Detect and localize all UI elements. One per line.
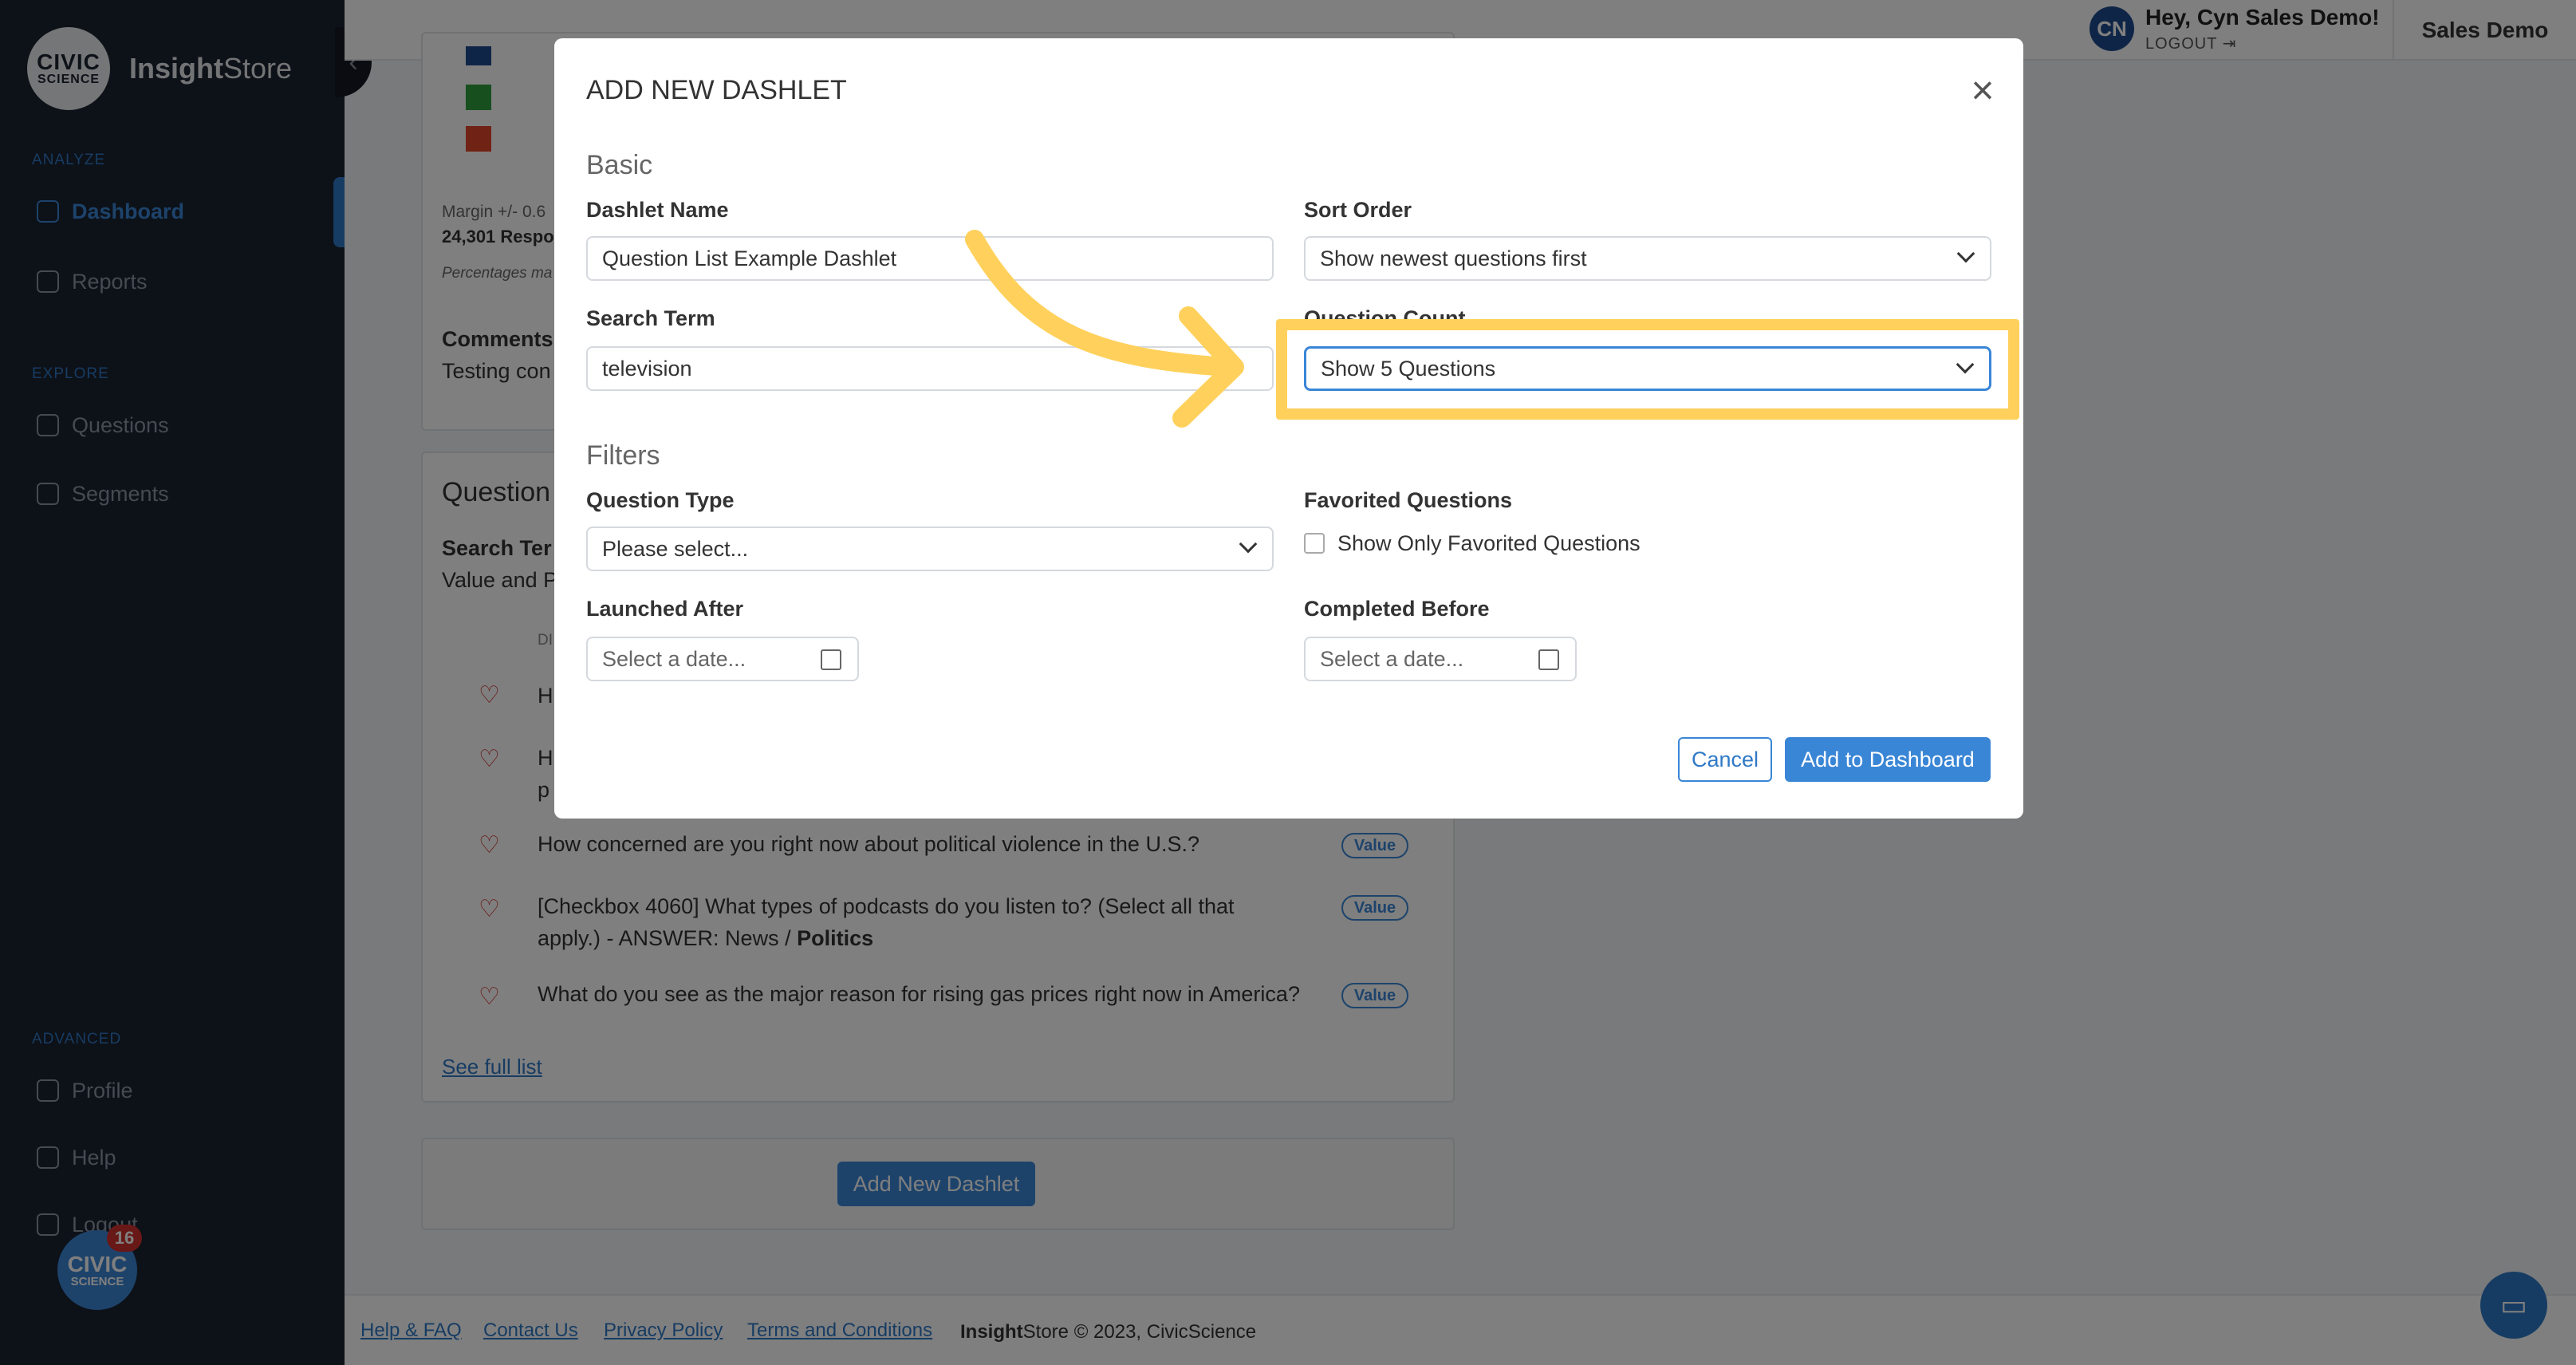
calendar-icon[interactable] (821, 649, 841, 670)
question-type-label: Question Type (586, 488, 735, 512)
highlight-annotation (1276, 319, 2019, 420)
chevron-down-icon (1239, 535, 1258, 554)
sort-order-select[interactable]: Show newest questions first (1304, 236, 1991, 281)
add-dashlet-modal: ADD NEW DASHLET × Basic Dashlet Name Que… (554, 38, 2023, 819)
basic-heading: Basic (586, 150, 653, 180)
dashlet-name-input[interactable]: Question List Example Dashlet (586, 236, 1274, 281)
calendar-icon[interactable] (1538, 649, 1559, 670)
search-term-label: Search Term (586, 306, 715, 330)
cancel-button[interactable]: Cancel (1678, 737, 1772, 782)
modal-title: ADD NEW DASHLET (586, 75, 847, 105)
launched-after-date-input[interactable]: Select a date... (586, 637, 859, 681)
completed-before-label: Completed Before (1304, 597, 1490, 621)
launched-after-label: Launched After (586, 597, 744, 621)
search-term-input[interactable]: television (586, 346, 1274, 391)
question-type-select[interactable]: Please select... (586, 527, 1274, 571)
favorited-checkbox[interactable] (1304, 533, 1325, 554)
chevron-down-icon (1956, 244, 1975, 263)
completed-before-date-input[interactable]: Select a date... (1304, 637, 1577, 681)
favorited-label: Favorited Questions (1304, 488, 1513, 512)
sort-order-label: Sort Order (1304, 198, 1412, 222)
dashlet-name-label: Dashlet Name (586, 198, 729, 222)
close-icon[interactable]: × (1964, 70, 2001, 110)
filters-heading: Filters (586, 440, 660, 471)
favorited-checkbox-label[interactable]: Show Only Favorited Questions (1337, 531, 1641, 556)
add-to-dashboard-button[interactable]: Add to Dashboard (1785, 737, 1991, 782)
